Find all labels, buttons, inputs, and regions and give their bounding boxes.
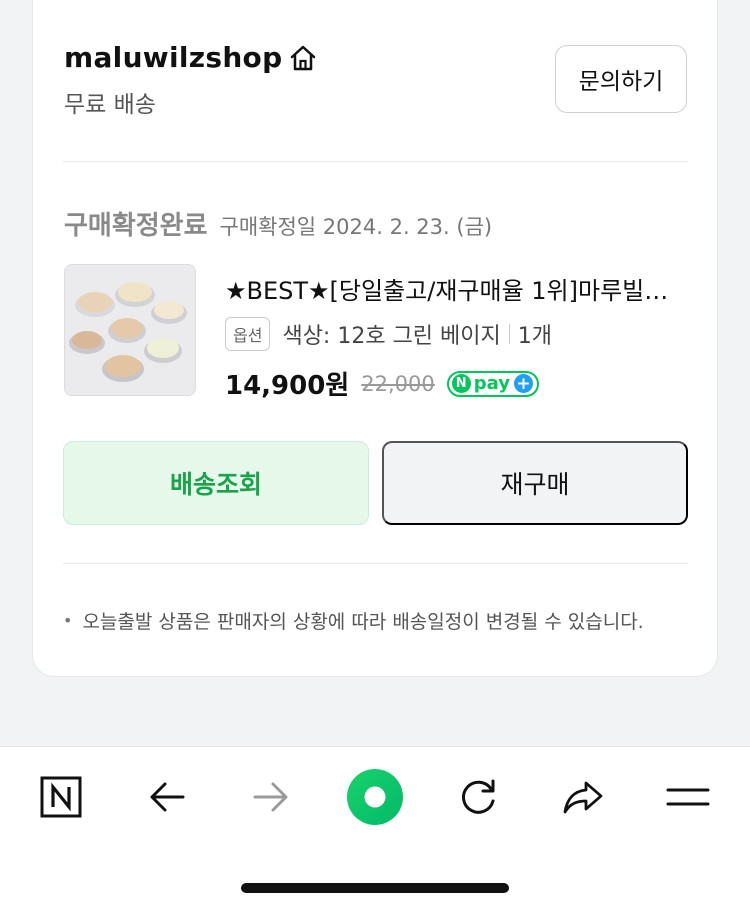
- bullet-icon: •: [63, 611, 73, 630]
- forward-arrow-icon[interactable]: [243, 769, 299, 825]
- inquiry-button[interactable]: 문의하기: [555, 45, 687, 113]
- shop-name: maluwilzshop: [64, 41, 283, 74]
- npay-label: pay: [473, 373, 510, 394]
- quantity: 1개: [517, 324, 553, 349]
- home-icon: [288, 43, 318, 73]
- home-indicator[interactable]: [241, 883, 509, 893]
- price-row: 14,900원 22,000 N pay +: [225, 365, 539, 402]
- browser-toolbar: [0, 746, 750, 908]
- option-text: 색상: 12호 그린 베이지: [282, 324, 501, 349]
- option-row: 옵션 색상: 12호 그린 베이지 1개: [225, 317, 552, 351]
- notice-text: 오늘출발 상품은 판매자의 상황에 따라 배송일정이 변경될 수 있습니다.: [82, 611, 644, 633]
- share-icon[interactable]: [555, 769, 611, 825]
- product-thumbnail[interactable]: [64, 264, 196, 396]
- npay-n-icon: N: [451, 374, 471, 393]
- back-arrow-icon[interactable]: [139, 769, 195, 825]
- page: maluwilzshop 무료 배송 문의하기 구매확정완료 구매확정일 202…: [0, 0, 750, 908]
- divider: [63, 161, 688, 162]
- order-card: maluwilzshop 무료 배송 문의하기 구매확정완료 구매확정일 202…: [32, 0, 718, 677]
- track-delivery-button[interactable]: 배송조회: [63, 441, 369, 525]
- product-title[interactable]: ★BEST★[당일출고/재구매율 1위]마루빌…: [225, 271, 690, 306]
- rebuy-button[interactable]: 재구매: [382, 441, 688, 525]
- naver-home-icon[interactable]: [33, 769, 89, 825]
- option-separator: [508, 324, 510, 344]
- product-image: [65, 265, 195, 395]
- confirmed-date: 구매확정일 2024. 2. 23. (금): [219, 215, 493, 239]
- npay-plus-badge: N pay +: [446, 370, 539, 397]
- refresh-icon[interactable]: [451, 769, 507, 825]
- original-price: 22,000: [361, 371, 435, 396]
- green-dot-icon[interactable]: [344, 766, 406, 828]
- order-status-row: 구매확정완료 구매확정일 2024. 2. 23. (금): [64, 205, 492, 242]
- divider: [63, 563, 688, 564]
- shipping-label: 무료 배송: [64, 92, 156, 118]
- plus-icon: +: [513, 374, 533, 394]
- menu-icon[interactable]: [660, 769, 716, 825]
- option-badge: 옵션: [225, 317, 271, 351]
- price: 14,900원: [225, 371, 350, 401]
- delivery-notice: • 오늘출발 상품은 판매자의 상황에 따라 배송일정이 변경될 수 있습니다.: [63, 607, 644, 634]
- shop-name-link[interactable]: maluwilzshop: [64, 41, 318, 74]
- order-status: 구매확정완료: [64, 211, 208, 241]
